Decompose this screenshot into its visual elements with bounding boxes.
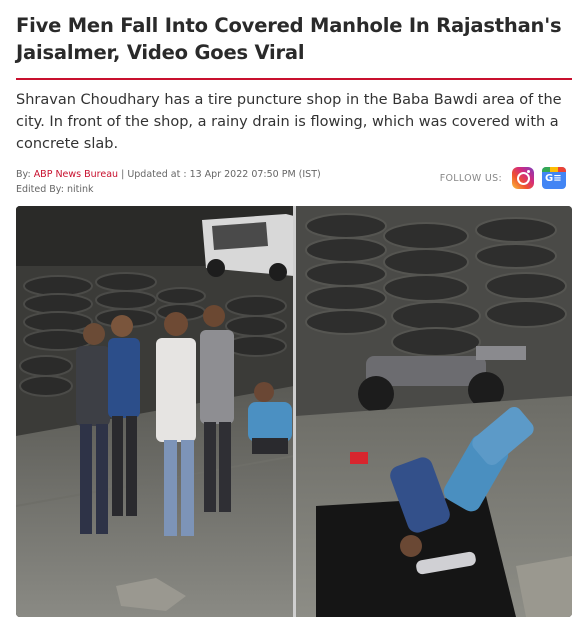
meta-row: By: ABP News Bureau | Updated at : 13 Ap… [16,167,572,207]
follow-us: FOLLOW US: G≡ [440,167,566,189]
parked-car [202,214,294,281]
article-summary: Shravan Choudhary has a tire puncture sh… [16,92,562,152]
article: Five Men Fall Into Covered Manhole In Ra… [16,0,572,207]
headline-divider [16,78,572,80]
google-news-icon[interactable]: G≡ [542,167,566,189]
updated-time: Updated at : 13 Apr 2022 07:50 PM (IST) [127,169,321,180]
instagram-icon[interactable] [512,167,534,189]
headline: Five Men Fall Into Covered Manhole In Ra… [16,14,562,64]
byline-prefix: By: [16,169,31,180]
byline-separator: | [118,169,128,180]
article-image[interactable] [16,206,572,617]
follow-label: FOLLOW US: [439,172,502,184]
cctv-frame-right [296,206,572,617]
author-link[interactable]: ABP News Bureau [34,169,118,180]
cctv-frame-left [16,206,295,617]
